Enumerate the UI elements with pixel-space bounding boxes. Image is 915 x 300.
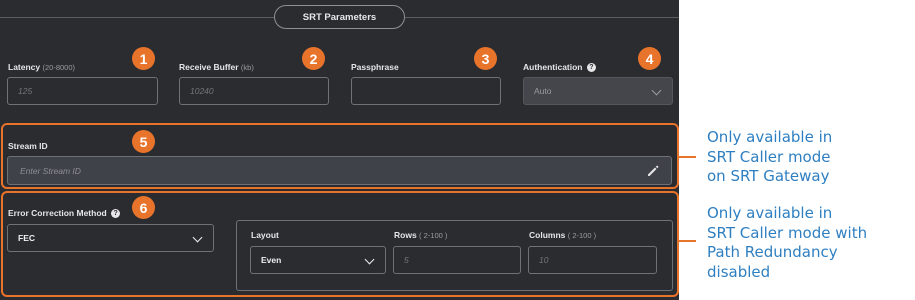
error-correction-connector [679, 240, 696, 242]
stream-id-callout-box [1, 123, 679, 189]
latency-hint: (20-8000) [42, 63, 76, 72]
passphrase-input[interactable] [351, 77, 501, 105]
help-icon[interactable]: ? [586, 63, 596, 72]
chevron-down-icon [651, 85, 662, 96]
latency-input[interactable] [7, 77, 158, 105]
badge-1: 1 [132, 47, 155, 70]
badge-4: 4 [638, 47, 661, 70]
latency-label-group: Latency (20-8000) [8, 62, 75, 72]
badge-3: 3 [474, 47, 497, 70]
authentication-value: Auto [534, 86, 552, 96]
latency-label: Latency [8, 62, 41, 72]
section-divider-left [0, 17, 274, 18]
receive-buffer-label-group: Receive Buffer (kb) [179, 62, 254, 72]
authentication-select[interactable]: Auto [523, 77, 673, 105]
receive-buffer-input[interactable] [179, 77, 329, 105]
receive-buffer-hint: (kb) [240, 63, 254, 72]
stream-id-note: Only available in SRT Caller mode on SRT… [707, 128, 833, 185]
section-divider-right [405, 17, 679, 18]
authentication-label: Authentication [523, 62, 583, 72]
section-title: SRT Parameters [274, 5, 405, 29]
error-correction-callout-box [1, 191, 679, 297]
badge-2: 2 [302, 47, 325, 70]
error-correction-note: Only available in SRT Caller mode with P… [707, 204, 868, 281]
authentication-label-group: Authentication ? [523, 62, 596, 72]
receive-buffer-label: Receive Buffer [179, 62, 239, 72]
passphrase-label: Passphrase [351, 62, 399, 72]
stream-id-connector [679, 156, 696, 158]
